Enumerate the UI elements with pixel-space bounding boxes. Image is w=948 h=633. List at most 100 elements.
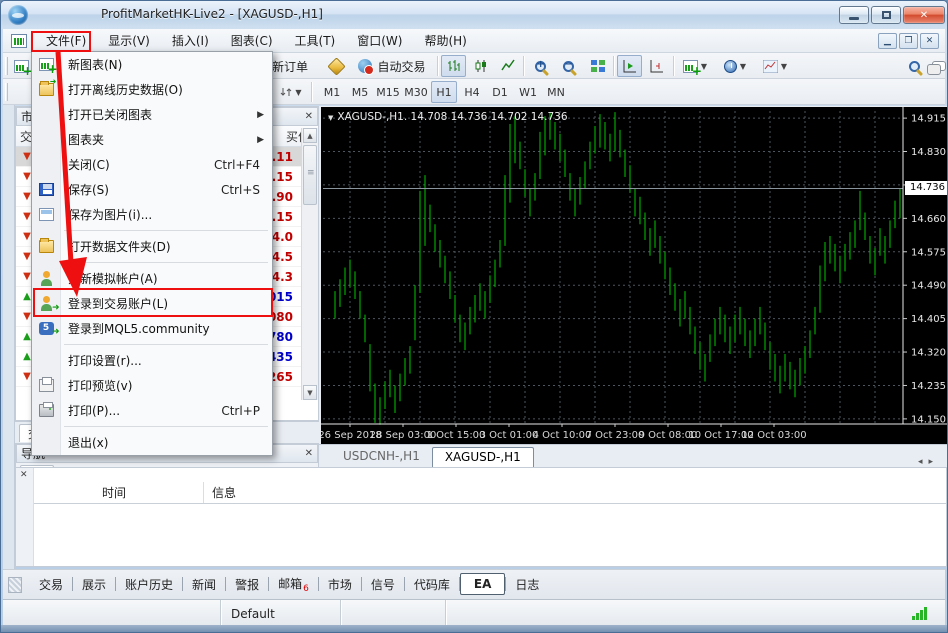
child-close-button[interactable]: ✕	[920, 33, 939, 49]
chart-window-icon[interactable]	[11, 34, 27, 48]
terminal-tab-警报[interactable]: 警报	[226, 574, 268, 595]
auto-scroll-button[interactable]	[617, 55, 642, 77]
zoom-in-button[interactable]: +	[527, 55, 553, 77]
menu-V[interactable]: 显示(V)	[97, 29, 161, 52]
chart-window[interactable]: ▼XAGUSD-,H1. 14.708 14.736 14.702 14.736…	[319, 106, 948, 444]
chat-button[interactable]	[929, 55, 948, 77]
child-restore-button[interactable]: ❐	[899, 33, 918, 49]
bar-chart-button[interactable]	[441, 55, 466, 77]
new-chart-icon	[14, 60, 29, 73]
file-menu-item-label: 登录到交易账户(L)	[60, 295, 168, 312]
timeframe-M5[interactable]: M5	[347, 81, 373, 103]
scroll-thumb[interactable]	[303, 145, 317, 205]
open-offline-icon	[39, 83, 54, 96]
svg-text:14.830: 14.830	[911, 147, 946, 158]
file-menu-item-12[interactable]: 5➜登录到MQL5.community	[32, 316, 272, 341]
toolbar-grip[interactable]	[5, 83, 8, 101]
terminal-panel: ✕ 时间 信息	[15, 467, 947, 567]
file-menu-item-14[interactable]: 打印设置(r)...	[32, 348, 272, 373]
file-menu-item-18[interactable]: 退出(x)	[32, 430, 272, 455]
timeframe-W1[interactable]: W1	[515, 81, 541, 103]
file-menu-item-label: 开新模拟帐户(A)	[60, 270, 158, 287]
menu-F[interactable]: 文件(F)	[35, 29, 97, 52]
terminal-tab-交易[interactable]: 交易	[30, 574, 72, 595]
dropdown-arrow-icon: ▼	[740, 62, 746, 71]
file-menu-item-1[interactable]: 打开离线历史数据(O)	[32, 77, 272, 102]
file-menu-item-6[interactable]: 保存为图片(i)...	[32, 202, 272, 227]
terminal-tab-展示[interactable]: 展示	[73, 574, 115, 595]
title-bar[interactable]: ProfitMarketHK-Live2 - [XAGUSD-,H1] ✕	[1, 1, 947, 29]
file-menu-item-11[interactable]: ➜登录到交易账户(L)	[32, 291, 272, 316]
collapse-triangle-icon[interactable]: ▼	[328, 114, 333, 122]
terminal-tab-账户历史[interactable]: 账户历史	[116, 574, 182, 595]
timeframe-M1[interactable]: M1	[319, 81, 345, 103]
file-menu-item-2[interactable]: 打开已关闭图表▶	[32, 102, 272, 127]
chart-shift-button[interactable]	[644, 55, 669, 77]
menu-W[interactable]: 窗口(W)	[346, 29, 413, 52]
terminal-tab-代码库[interactable]: 代码库	[405, 574, 459, 595]
navigator-close-icon[interactable]: ✕	[305, 448, 313, 459]
zoom-in-icon: +	[535, 61, 546, 72]
candlestick-chart-button[interactable]	[468, 55, 493, 77]
terminal-tab-新闻[interactable]: 新闻	[183, 574, 225, 595]
symbols-button[interactable]	[323, 55, 349, 77]
terminal-tab-日志[interactable]: 日志	[506, 574, 548, 595]
templates-button[interactable]: ▼	[757, 55, 793, 77]
tick-tool-button[interactable]: ▼	[275, 81, 307, 103]
file-menu-item-15[interactable]: 打印预览(v)	[32, 373, 272, 398]
menu-T[interactable]: 工具(T)	[284, 29, 347, 52]
app-logo-icon	[8, 5, 28, 25]
tab-scroll-arrows[interactable]: ◂▸	[918, 457, 948, 467]
zoom-out-button[interactable]: −	[555, 55, 581, 77]
toolbar-grip[interactable]	[5, 57, 8, 75]
periods-button[interactable]: ▼	[717, 55, 753, 77]
indicators-button[interactable]: ▼	[677, 55, 713, 77]
minimize-button[interactable]	[839, 6, 869, 24]
message-column-header[interactable]: 信息	[204, 484, 236, 501]
svg-text:4 Oct 10:00: 4 Oct 10:00	[533, 430, 592, 441]
file-menu-item-5[interactable]: 保存(S)Ctrl+S	[32, 177, 272, 202]
terminal-tab-信号[interactable]: 信号	[362, 574, 404, 595]
chart-tab-xagusd[interactable]: XAGUSD-,H1	[432, 447, 534, 467]
timeframe-D1[interactable]: D1	[487, 81, 513, 103]
market-watch-scrollbar[interactable]: ▲ ▼	[301, 128, 318, 400]
market-watch-close-icon[interactable]: ✕	[305, 111, 313, 122]
scroll-up-icon[interactable]: ▲	[303, 128, 317, 143]
timeframe-M30[interactable]: M30	[403, 81, 429, 103]
autotrading-button[interactable]: 自动交易	[351, 55, 433, 77]
scroll-down-icon[interactable]: ▼	[303, 385, 317, 400]
tile-windows-button[interactable]	[585, 55, 611, 77]
svg-text:14.150: 14.150	[911, 414, 946, 425]
maximize-button[interactable]	[871, 6, 901, 24]
search-button[interactable]	[901, 55, 927, 77]
menu-H[interactable]: 帮助(H)	[413, 29, 477, 52]
terminal-tab-EA[interactable]: EA	[460, 573, 505, 595]
menu-separator	[32, 341, 272, 348]
svg-text:12 Oct 03:00: 12 Oct 03:00	[741, 430, 806, 441]
menu-item-icon-slot	[32, 58, 60, 71]
line-chart-button[interactable]	[495, 55, 520, 77]
terminal-tab-邮箱[interactable]: 邮箱6	[269, 573, 318, 596]
timeframe-MN[interactable]: MN	[543, 81, 569, 103]
file-menu-item-8[interactable]: 打开数据文件夹(D)	[32, 234, 272, 259]
timeframe-H4[interactable]: H4	[459, 81, 485, 103]
terminal-close-icon[interactable]: ✕	[20, 470, 28, 480]
time-column-header[interactable]: 时间	[34, 482, 204, 503]
menu-C[interactable]: 图表(C)	[220, 29, 284, 52]
timeframe-H1[interactable]: H1	[431, 81, 457, 103]
menu-item-icon-slot	[32, 379, 60, 392]
status-profile[interactable]: Default	[221, 600, 341, 627]
file-menu-item-10[interactable]: 开新模拟帐户(A)	[32, 266, 272, 291]
terminal-tab-市场[interactable]: 市场	[319, 574, 361, 595]
timeframe-M15[interactable]: M15	[375, 81, 401, 103]
child-minimize-button[interactable]: ▁	[878, 33, 897, 49]
close-button[interactable]: ✕	[903, 6, 945, 24]
new-chart-button[interactable]	[9, 55, 33, 77]
chart-tab-usdcnh[interactable]: USDCNH-,H1	[331, 447, 432, 467]
file-menu-item-16[interactable]: 打印(P)...Ctrl+P	[32, 398, 272, 423]
file-menu-item-4[interactable]: 关闭(C)Ctrl+F4	[32, 152, 272, 177]
menu-I[interactable]: 插入(I)	[161, 29, 220, 52]
file-menu-item-3[interactable]: 图表夹▶	[32, 127, 272, 152]
file-menu-item-0[interactable]: 新图表(N)	[32, 52, 272, 77]
terminal-grip-icon[interactable]	[8, 577, 22, 593]
